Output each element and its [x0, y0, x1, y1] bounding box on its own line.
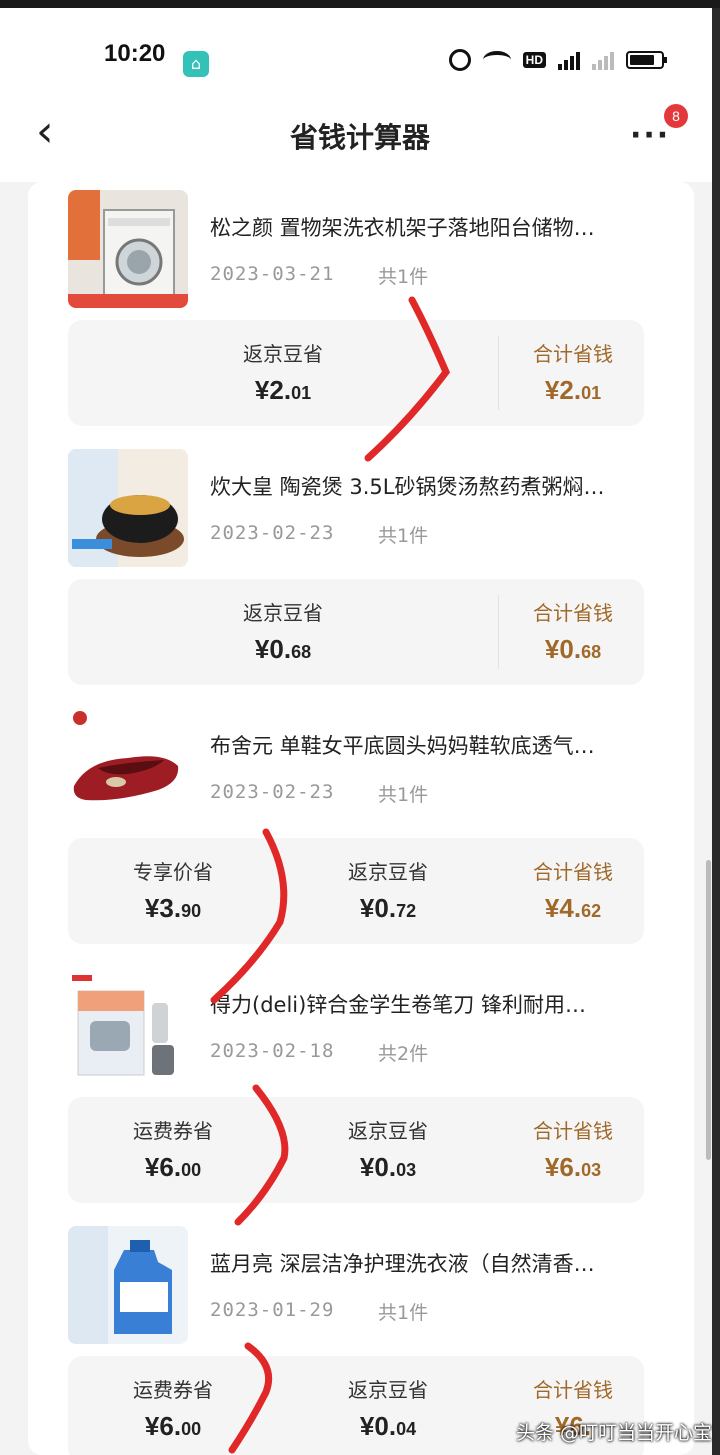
savings-value: ¥0.72	[359, 893, 417, 923]
more-dots-icon[interactable]: ···	[630, 118, 670, 153]
wifi-icon	[482, 51, 511, 69]
order-quantity: 共1件	[378, 1302, 429, 1324]
savings-total-value: ¥4.62	[544, 893, 602, 923]
savings-total-value: ¥0.68	[544, 634, 602, 664]
savings-breakdown: 返京豆省 ¥2.01 合计省钱 ¥2.01	[68, 320, 644, 426]
savings-total-label: 合计省钱	[533, 1378, 613, 1402]
signal-5g-icon	[558, 50, 580, 70]
savings-item: 返京豆省 ¥0.03	[283, 1097, 493, 1203]
savings-item: 运费券省 ¥6.00	[68, 1097, 278, 1203]
savings-breakdown: 返京豆省 ¥0.68 合计省钱 ¥0.68	[68, 579, 644, 685]
order-quantity: 共1件	[378, 784, 429, 806]
divider	[498, 595, 499, 669]
savings-label: 专享价省	[133, 860, 213, 884]
savings-value: ¥3.90	[144, 893, 202, 923]
status-time: 10:20	[104, 40, 166, 67]
savings-label: 返京豆省	[243, 342, 323, 366]
product-title[interactable]: 松之颜 置物架洗衣机架子落地阳台储物…	[210, 212, 650, 242]
savings-item: 运费券省 ¥6.00	[68, 1356, 278, 1455]
signal-sim2-icon	[592, 50, 614, 70]
savings-value: ¥2.01	[254, 375, 312, 405]
savings-item: 专享价省 ¥3.90	[68, 838, 278, 944]
page-title: 省钱计算器	[289, 121, 430, 154]
savings-item: 返京豆省 ¥0.72	[283, 838, 493, 944]
order-item[interactable]: 布舍元 单鞋女平底圆头妈妈鞋软底透气… 2023-02-23 共1件 专享价省 …	[28, 704, 694, 963]
savings-value: ¥6.00	[144, 1152, 202, 1182]
savings-breakdown: 运费券省 ¥6.00 返京豆省 ¥0.03 合计省钱 ¥6.03	[68, 1097, 644, 1203]
savings-total: 合计省钱 ¥4.62	[508, 838, 638, 944]
savings-item: 返京豆省 ¥0.04	[283, 1356, 493, 1455]
savings-item: 返京豆省 ¥0.68	[188, 579, 378, 685]
savings-label: 返京豆省	[243, 601, 323, 625]
right-edge	[712, 8, 720, 1455]
scrollbar[interactable]	[706, 860, 711, 1160]
product-thumbnail[interactable]	[68, 190, 188, 308]
savings-total-value: ¥6.03	[544, 1152, 602, 1182]
order-date: 2023-02-18	[210, 1040, 335, 1062]
savings-total-value: ¥2.01	[544, 375, 602, 405]
product-thumbnail[interactable]	[68, 1226, 188, 1344]
notification-badge: 8	[664, 104, 688, 128]
battery-icon	[626, 51, 667, 69]
nav-bar: ‹ 省钱计算器 ···	[0, 88, 720, 182]
savings-label: 运费券省	[133, 1378, 213, 1402]
savings-total-label: 合计省钱	[533, 1119, 613, 1143]
savings-total: 合计省钱 ¥2.01	[508, 320, 638, 426]
savings-value: ¥0.68	[254, 634, 312, 664]
savings-value: ¥0.04	[359, 1411, 417, 1441]
order-date: 2023-01-29	[210, 1299, 335, 1321]
savings-total: 合计省钱 ¥6.03	[508, 1097, 638, 1203]
product-thumbnail[interactable]	[68, 967, 188, 1085]
order-date: 2023-02-23	[210, 522, 335, 544]
alarm-icon	[448, 49, 471, 71]
product-title[interactable]: 布舍元 单鞋女平底圆头妈妈鞋软底透气…	[210, 730, 650, 760]
savings-total-label: 合计省钱	[533, 860, 613, 884]
savings-label: 返京豆省	[348, 1378, 428, 1402]
savings-label: 返京豆省	[348, 860, 428, 884]
order-list: 松之颜 置物架洗衣机架子落地阳台储物… 2023-03-21 共1件 返京豆省 …	[28, 182, 694, 1455]
order-date: 2023-03-21	[210, 263, 335, 285]
savings-label: 返京豆省	[348, 1119, 428, 1143]
savings-value: ¥6.00	[144, 1411, 202, 1441]
product-thumbnail[interactable]	[68, 449, 188, 567]
savings-total: 合计省钱 ¥0.68	[508, 579, 638, 685]
order-quantity: 共1件	[378, 525, 429, 547]
savings-value: ¥0.03	[359, 1152, 417, 1182]
product-title[interactable]: 蓝月亮 深层洁净护理洗衣液（自然清香…	[210, 1248, 650, 1278]
savings-label: 运费券省	[133, 1119, 213, 1143]
hd-icon: HD	[522, 52, 546, 68]
savings-total-label: 合计省钱	[533, 601, 613, 625]
product-title[interactable]: 得力(deli)锌合金学生卷笔刀 锋利耐用…	[210, 989, 650, 1019]
order-item[interactable]: 得力(deli)锌合金学生卷笔刀 锋利耐用… 2023-02-18 共2件 运费…	[28, 963, 694, 1222]
divider	[498, 336, 499, 410]
home-app-icon: ⌂	[183, 51, 209, 77]
order-quantity: 共2件	[378, 1043, 429, 1065]
order-item[interactable]: 松之颜 置物架洗衣机架子落地阳台储物… 2023-03-21 共1件 返京豆省 …	[28, 186, 694, 445]
savings-total-label: 合计省钱	[533, 342, 613, 366]
order-quantity: 共1件	[378, 266, 429, 288]
product-title[interactable]: 炊大皇 陶瓷煲 3.5L砂锅煲汤熬药煮粥焖…	[210, 471, 650, 501]
status-icons: HD	[448, 49, 667, 71]
top-edge	[0, 0, 720, 8]
product-thumbnail[interactable]	[68, 708, 188, 826]
savings-breakdown: 专享价省 ¥3.90 返京豆省 ¥0.72 合计省钱 ¥4.62	[68, 838, 644, 944]
order-date: 2023-02-23	[210, 781, 335, 803]
savings-item: 返京豆省 ¥2.01	[188, 320, 378, 426]
order-item[interactable]: 炊大皇 陶瓷煲 3.5L砂锅煲汤熬药煮粥焖… 2023-02-23 共1件 返京…	[28, 445, 694, 704]
status-bar: 10:20 ⌂ HD	[0, 8, 720, 88]
watermark: 头条 @叮叮当当开心宝	[516, 1422, 713, 1444]
